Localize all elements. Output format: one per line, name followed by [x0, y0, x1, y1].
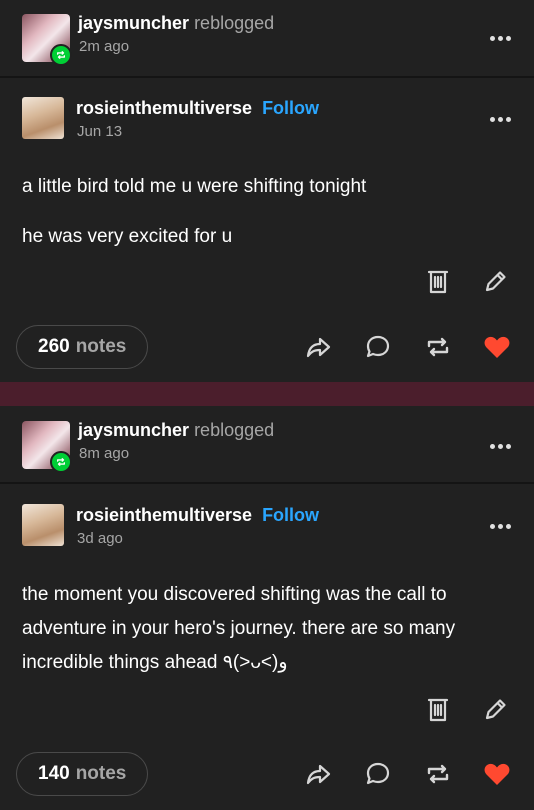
reblog-icon[interactable] [423, 759, 453, 789]
post-date: Jun 13 [77, 123, 123, 140]
reblogged-label: reblogged [194, 420, 275, 440]
reblog-badge-icon [50, 451, 72, 473]
author-avatar[interactable] [22, 97, 64, 139]
reblogged-label: reblogged [194, 13, 275, 33]
post-separator [0, 382, 534, 406]
post-text: a little bird told me u were shifting to… [22, 176, 367, 197]
reblog-header: jaysmuncher reblogged 8m ago [0, 406, 534, 484]
reply-icon[interactable] [363, 332, 393, 362]
reblog-header: jaysmuncher reblogged 2m ago [0, 0, 534, 78]
post: jaysmuncher reblogged 8m ago rosieinthemu… [0, 406, 534, 810]
pencil-icon[interactable] [481, 266, 511, 296]
reblogger-username[interactable]: jaysmuncher reblogged [78, 420, 274, 441]
trash-icon[interactable] [423, 266, 453, 296]
post-text: the moment you discovered shifting was t… [22, 584, 456, 673]
post: jaysmuncher reblogged 2m ago rosieinthemu… [0, 0, 534, 382]
reblog-time: 2m ago [79, 38, 130, 55]
share-icon[interactable] [303, 759, 333, 789]
reblog-badge-icon [50, 44, 72, 66]
author-avatar[interactable] [22, 504, 64, 546]
notes-button[interactable]: 140 notes [16, 752, 149, 796]
reblogger-name[interactable]: jaysmuncher [78, 420, 189, 440]
notes-label: notes [75, 336, 127, 357]
more-horizontal-icon[interactable] [490, 521, 514, 531]
author-username[interactable]: rosieinthemultiverse [76, 98, 252, 118]
trash-icon[interactable] [423, 694, 453, 724]
author-line: rosieinthemultiverse Follow [76, 505, 319, 526]
author-line: rosieinthemultiverse Follow [76, 98, 319, 119]
notes-button[interactable]: 260 notes [16, 325, 149, 369]
more-horizontal-icon[interactable] [490, 114, 514, 124]
author-username[interactable]: rosieinthemultiverse [76, 505, 252, 525]
more-horizontal-icon[interactable] [490, 33, 514, 43]
follow-link[interactable]: Follow [262, 98, 319, 118]
reblogger-name[interactable]: jaysmuncher [78, 13, 189, 33]
notes-count: 140 [38, 763, 70, 784]
post-text: he was very excited for u [22, 226, 233, 247]
heart-icon[interactable] [482, 759, 512, 789]
pencil-icon[interactable] [481, 694, 511, 724]
reblog-icon[interactable] [423, 332, 453, 362]
post-date: 3d ago [77, 530, 123, 547]
reblogger-username[interactable]: jaysmuncher reblogged [78, 13, 274, 34]
more-horizontal-icon[interactable] [490, 441, 514, 451]
follow-link[interactable]: Follow [262, 505, 319, 525]
reply-icon[interactable] [363, 759, 393, 789]
notes-count: 260 [38, 336, 70, 357]
heart-icon[interactable] [482, 332, 512, 362]
notes-label: notes [75, 763, 127, 784]
reblog-time: 8m ago [79, 445, 130, 462]
share-icon[interactable] [303, 332, 333, 362]
